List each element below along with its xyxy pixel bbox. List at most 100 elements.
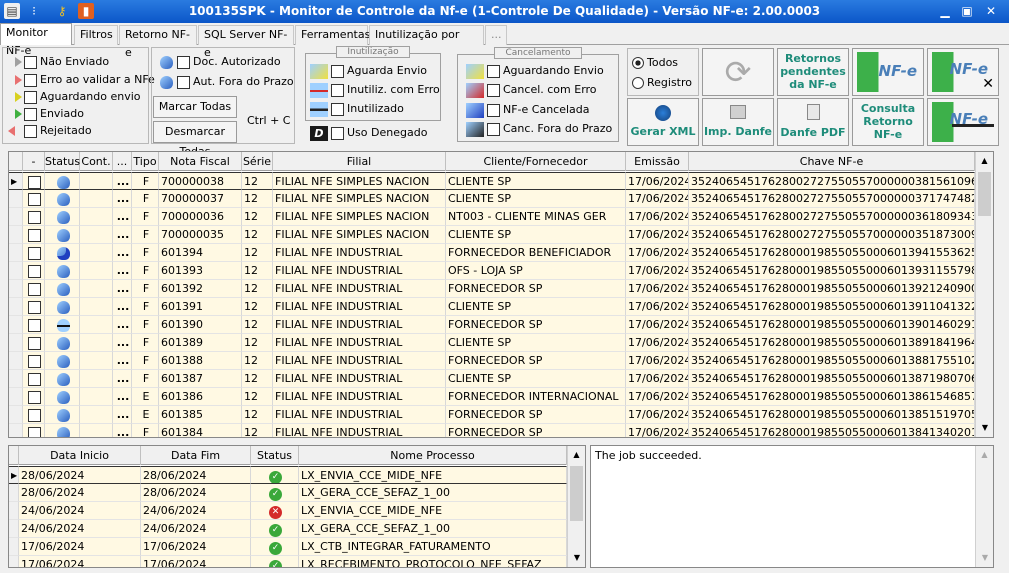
- checkbox[interactable]: [331, 126, 344, 140]
- column-header[interactable]: Nome Processo: [299, 446, 567, 465]
- details-button[interactable]: ...: [113, 280, 132, 298]
- filter-enviado[interactable]: Enviado: [8, 105, 84, 122]
- log-scrollbar[interactable]: ▲ ▼: [975, 446, 993, 567]
- tab-sql-server[interactable]: SQL Server NF-e: [198, 25, 294, 59]
- checkbox[interactable]: [28, 282, 41, 296]
- column-header[interactable]: Nota Fiscal: [159, 152, 242, 171]
- checkbox[interactable]: [24, 107, 37, 121]
- filter-inut-erro[interactable]: Inutiliz. com Erro: [310, 81, 440, 98]
- checkbox[interactable]: [28, 175, 41, 189]
- nfe-send-button[interactable]: NF-e: [852, 48, 924, 96]
- job-row[interactable]: 24/06/2024 24/06/2024 ✕ LX_ENVIA_CCE_MIDE_N…: [9, 502, 567, 520]
- job-row[interactable]: 24/06/2024 24/06/2024 ✓ LX_GERA_CCE_SEFAZ_1…: [9, 520, 567, 538]
- details-button[interactable]: ...: [113, 370, 132, 388]
- filter-inutilizado[interactable]: Inutilizado: [310, 100, 404, 117]
- row-checkbox[interactable]: [23, 370, 45, 388]
- column-header[interactable]: -: [23, 152, 45, 171]
- column-header[interactable]: ...: [113, 152, 132, 171]
- row-checkbox[interactable]: [23, 316, 45, 334]
- row-checkbox[interactable]: [23, 226, 45, 244]
- table-row[interactable]: ... F 601387 12 FILIAL NFE INDUSTRIAL CLIENTE…: [9, 370, 975, 388]
- radio-unselected[interactable]: [632, 77, 644, 89]
- scroll-down-arrow[interactable]: ▼: [976, 549, 994, 567]
- unmark-all-button[interactable]: Desmarcar Todas: [153, 121, 237, 158]
- table-row[interactable]: ... F 601389 12 FILIAL NFE INDUSTRIAL CLIENTE…: [9, 334, 975, 352]
- checkbox[interactable]: [487, 103, 500, 117]
- table-row[interactable]: ... F 601394 12 FILIAL NFE INDUSTRIAL FORNECE…: [9, 244, 975, 262]
- row-checkbox[interactable]: [23, 280, 45, 298]
- row-checkbox[interactable]: [23, 190, 45, 208]
- details-button[interactable]: ...: [113, 262, 132, 280]
- gerar-xml-button[interactable]: Gerar XML: [627, 98, 699, 146]
- details-button[interactable]: ...: [113, 334, 132, 352]
- table-row[interactable]: ▶... F 700000038 12 FILIAL NFE SIMPLES NACIO…: [9, 172, 975, 190]
- table-row[interactable]: ... F 601390 12 FILIAL NFE INDUSTRIAL FORNECE…: [9, 316, 975, 334]
- checkbox[interactable]: [331, 64, 344, 78]
- scroll-up-arrow[interactable]: ▲: [568, 446, 585, 464]
- job-row[interactable]: 28/06/2024 28/06/2024 ✓ LX_GERA_CCE_SEFAZ_1…: [9, 484, 567, 502]
- job-row[interactable]: ▶ 28/06/2024 28/06/2024 ✓ LX_ENVIA_CCE_MIDE_…: [9, 466, 567, 484]
- filter-canc-fora-prazo[interactable]: Canc. Fora do Prazo: [466, 120, 612, 137]
- column-header[interactable]: Data Inicio: [19, 446, 141, 465]
- row-checkbox[interactable]: [23, 172, 45, 190]
- column-header[interactable]: Cliente/Fornecedor: [446, 152, 626, 171]
- checkbox[interactable]: [28, 264, 41, 278]
- scroll-up-arrow[interactable]: ▲: [976, 446, 993, 464]
- radio-registro[interactable]: Registro: [632, 74, 692, 91]
- details-button[interactable]: ...: [113, 298, 132, 316]
- row-checkbox[interactable]: [23, 352, 45, 370]
- checkbox[interactable]: [28, 246, 41, 260]
- table-row[interactable]: ... F 601384 12 FILIAL NFE INDUSTRIAL FORNECE…: [9, 424, 975, 437]
- row-checkbox[interactable]: [23, 406, 45, 424]
- close-button[interactable]: ✕: [982, 3, 1000, 19]
- filter-rejeitado[interactable]: Rejeitado: [8, 122, 92, 139]
- tab-filtros[interactable]: Filtros: [74, 25, 118, 45]
- danfe-pdf-button[interactable]: Danfe PDF: [777, 98, 849, 146]
- radio-selected[interactable]: [632, 57, 644, 69]
- filter-aguardando-envio[interactable]: Aguardando envio: [8, 88, 141, 105]
- checkbox[interactable]: [487, 64, 500, 78]
- checkbox[interactable]: [177, 55, 190, 69]
- consulta-retorno-button[interactable]: Consulta Retorno NF-e: [852, 98, 924, 146]
- column-header[interactable]: Status: [45, 152, 80, 171]
- details-button[interactable]: ...: [113, 352, 132, 370]
- row-checkbox[interactable]: [23, 388, 45, 406]
- table-row[interactable]: ... F 700000036 12 FILIAL NFE SIMPLES NACION…: [9, 208, 975, 226]
- minimize-button[interactable]: ▁: [936, 3, 954, 19]
- filter-doc-autorizado[interactable]: Doc. Autorizado: [160, 53, 281, 70]
- scroll-down-arrow[interactable]: ▼: [568, 549, 585, 567]
- checkbox[interactable]: [28, 228, 41, 242]
- radio-todos[interactable]: Todos: [632, 54, 678, 71]
- filter-cancel-aguardando[interactable]: Aguardando Envio: [466, 62, 604, 79]
- jobs-grid[interactable]: Data Inicio Data Fim Status Nome Processo ▶…: [8, 445, 586, 568]
- table-row[interactable]: ... F 700000035 12 FILIAL NFE SIMPLES NACION…: [9, 226, 975, 244]
- filter-uso-denegado[interactable]: D Uso Denegado: [310, 124, 427, 141]
- filter-inut-aguarda[interactable]: Aguarda Envio: [310, 62, 427, 79]
- imp-danfe-button[interactable]: Imp. Danfe: [702, 98, 774, 146]
- column-header[interactable]: Série: [242, 152, 273, 171]
- column-header[interactable]: Data Fim: [141, 446, 251, 465]
- nfe-inutilizar-button[interactable]: NF-e: [927, 98, 999, 146]
- checkbox[interactable]: [487, 83, 500, 97]
- column-header[interactable]: Chave NF-e: [689, 152, 975, 171]
- checkbox[interactable]: [24, 73, 37, 87]
- row-checkbox[interactable]: [23, 244, 45, 262]
- checkbox[interactable]: [28, 372, 41, 386]
- filter-erro-validar[interactable]: Erro ao validar a NFe: [8, 71, 155, 88]
- checkbox[interactable]: [331, 83, 344, 97]
- nfe-grid[interactable]: - Status Cont.... Tipo Nota Fiscal Série Filia…: [8, 151, 994, 438]
- table-row[interactable]: ... F 601392 12 FILIAL NFE INDUSTRIAL FORNECE…: [9, 280, 975, 298]
- checkbox[interactable]: [487, 122, 500, 136]
- details-button[interactable]: ...: [113, 244, 132, 262]
- row-checkbox[interactable]: [23, 298, 45, 316]
- filter-aut-fora-prazo[interactable]: Aut. Fora do Prazo: [160, 73, 294, 90]
- column-header[interactable]: Tipo: [132, 152, 159, 171]
- refresh-button[interactable]: ⟳: [702, 48, 774, 96]
- details-button[interactable]: ...: [113, 208, 132, 226]
- checkbox[interactable]: [28, 336, 41, 350]
- scroll-down-arrow[interactable]: ▼: [976, 419, 993, 437]
- table-row[interactable]: ... E 601385 12 FILIAL NFE INDUSTRIAL FORNECE…: [9, 406, 975, 424]
- column-header[interactable]: Cont.: [80, 152, 113, 171]
- checkbox[interactable]: [24, 55, 37, 69]
- checkbox[interactable]: [177, 75, 190, 89]
